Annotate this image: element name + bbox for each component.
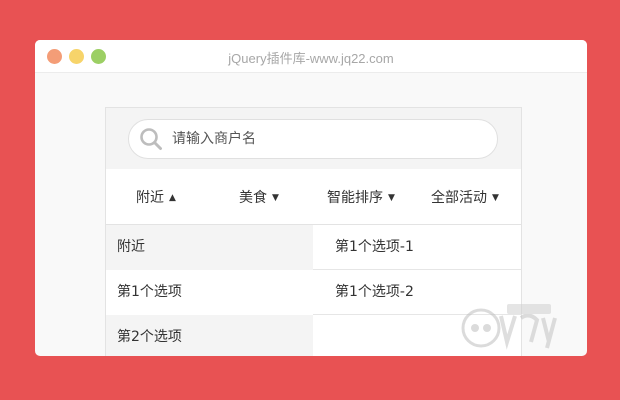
caret-down-icon: ▼: [492, 193, 499, 203]
search-input[interactable]: [172, 129, 472, 149]
caret-up-icon: ▲: [169, 193, 176, 203]
search-box[interactable]: [128, 119, 498, 159]
window-title: jQuery插件库-www.jq22.com: [228, 51, 394, 66]
caret-down-icon: ▼: [388, 193, 395, 203]
filter-tabs: 附近 ▲ 美食 ▼ 智能排序 ▼ 全部活动 ▼: [106, 169, 521, 225]
filter-smart-sort[interactable]: 智能排序 ▼: [327, 187, 395, 207]
jquery-logo-watermark: [461, 304, 557, 350]
filter-label: 美食: [239, 190, 267, 206]
search-icon: [140, 128, 162, 150]
caret-down-icon: ▼: [272, 193, 279, 203]
filter-label: 附近: [136, 190, 164, 206]
filter-label: 全部活动: [431, 190, 487, 206]
filter-all-activities[interactable]: 全部活动 ▼: [431, 187, 499, 207]
list-item[interactable]: 第1个选项-1: [313, 225, 521, 270]
category-list: 附近 第1个选项 第2个选项: [106, 225, 313, 356]
list-item[interactable]: 附近: [106, 225, 313, 270]
filter-food[interactable]: 美食 ▼: [239, 187, 279, 207]
list-item[interactable]: 第1个选项: [106, 270, 313, 315]
title-bar: jQuery插件库-www.jq22.com: [35, 40, 587, 73]
search-bar: [106, 107, 521, 170]
list-item[interactable]: 第2个选项: [106, 315, 313, 356]
filter-nearby[interactable]: 附近 ▲: [136, 187, 176, 207]
browser-window: jQuery插件库-www.jq22.com 附近 ▲ 美食 ▼ 智能排序 ▼: [35, 40, 587, 356]
filter-label: 智能排序: [327, 190, 383, 206]
